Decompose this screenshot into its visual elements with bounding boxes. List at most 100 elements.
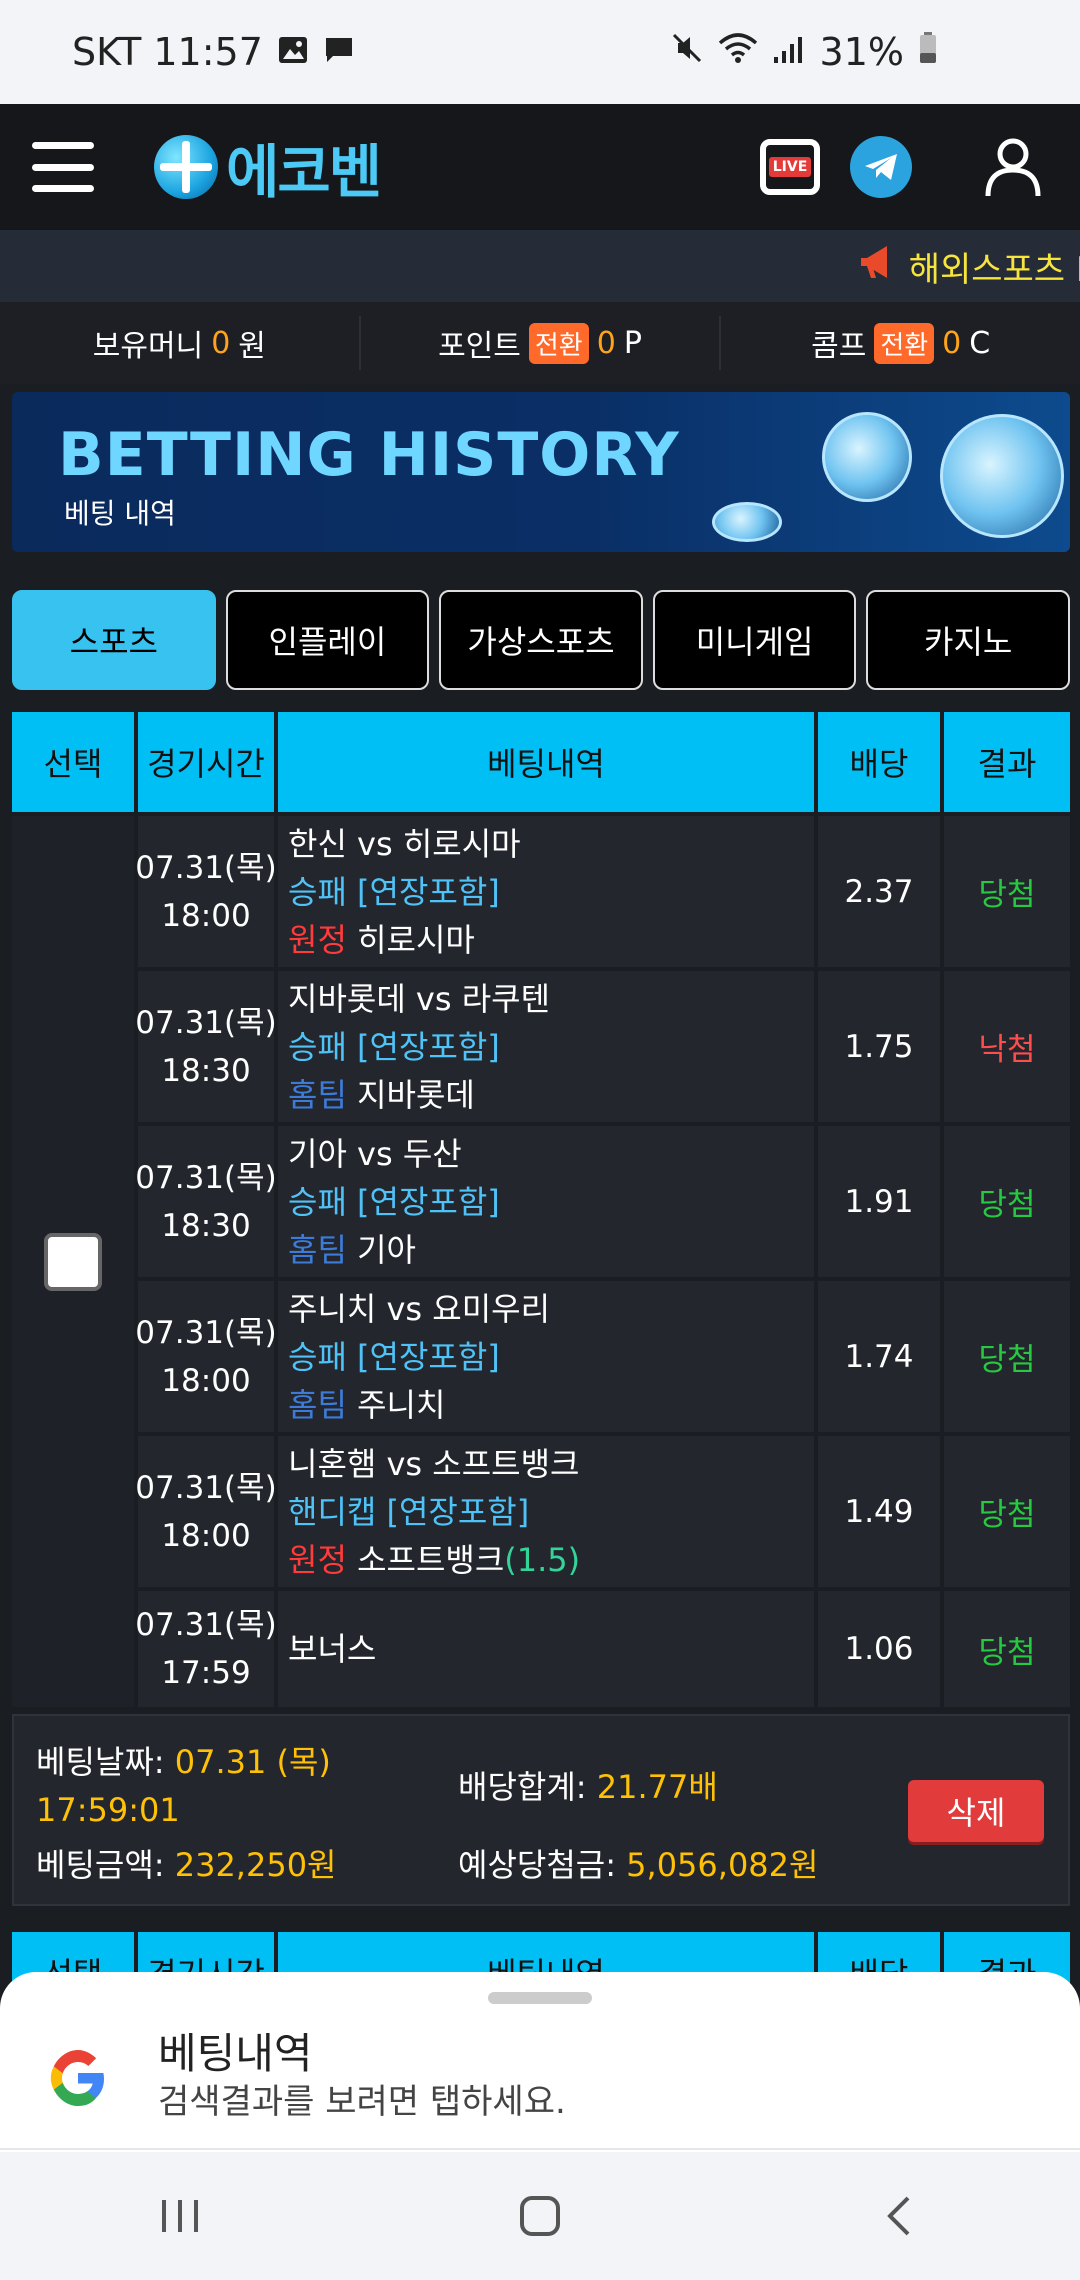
comp-cell: 콤프 전환 0 C [721, 316, 1080, 370]
table-header: 선택 경기시간 베팅내역 배당 결과 [12, 712, 1070, 812]
money-value: 0 [211, 325, 231, 361]
match-name: 기아 vs 두산 [288, 1134, 462, 1173]
result-badge: 낙첨 [944, 971, 1070, 1122]
match-name: 지바롯데 vs 라쿠텐 [288, 979, 551, 1018]
match-time: 07.31(목) 17:59 [135, 1591, 278, 1707]
tab-casino[interactable]: 카지노 [866, 590, 1070, 690]
telegram-icon[interactable] [850, 136, 912, 198]
point-cell: 포인트 전환 0 P [361, 316, 722, 370]
bet-table: 선택 경기시간 베팅내역 배당 결과 07.31(목) 18:00 한신 vs 히… [12, 712, 1070, 1707]
tab-inplay[interactable]: 인플레이 [225, 590, 430, 690]
bet-detail: 니혼햄 vs 소프트뱅크 핸디캡 [연장포함] 원정 소프트뱅크(1.5) [278, 1436, 818, 1587]
gallery-icon [277, 30, 309, 74]
coin-icon [712, 502, 782, 542]
handicap-value: (1.5) [504, 1540, 581, 1579]
pick-team: 히로시마 [357, 920, 475, 959]
expected-payout: 예상당첨금: 5,056,082원 [458, 1846, 819, 1884]
menu-icon[interactable] [32, 142, 94, 192]
odds-value: 2.37 [818, 816, 944, 967]
point-unit: P [623, 325, 642, 361]
home-icon[interactable] [480, 2176, 600, 2256]
market-name: 승패 [연장포함] [288, 1337, 500, 1376]
point-label: 포인트 [438, 329, 521, 364]
logo[interactable]: 에코벤 [154, 125, 382, 209]
live-label: LIVE [768, 157, 812, 177]
market-name: 핸디캡 [연장포함] [288, 1492, 530, 1531]
pick-side: 원정 [288, 1540, 347, 1579]
bet-detail: 기아 vs 두산 승패 [연장포함] 홈팀 기아 [278, 1126, 818, 1277]
ticker-text: 해외스포츠 BT [908, 249, 1080, 290]
coin-icon [940, 414, 1064, 538]
market-name: 승패 [연장포함] [288, 872, 500, 911]
odds-value: 1.06 [818, 1591, 944, 1707]
google-search-sheet[interactable]: 베팅내역 검색결과를 보려면 탭하세요. [0, 1972, 1080, 2152]
comp-unit: C [969, 325, 991, 361]
pick-side: 홈팀 [288, 1230, 347, 1269]
tab-minigame[interactable]: 미니게임 [652, 590, 857, 690]
result-badge: 당첨 [944, 1281, 1070, 1432]
recent-apps-icon[interactable] [120, 2176, 240, 2256]
bet-amount: 베팅금액: 232,250원 [36, 1846, 337, 1884]
table-row: 07.31(목) 17:59 보너스 1.06 당첨 [135, 1591, 1070, 1707]
money-unit: 원 [238, 329, 266, 364]
banner-title: BETTING HISTORY [58, 420, 680, 490]
back-icon[interactable] [840, 2176, 960, 2256]
tab-virtual-sports[interactable]: 가상스포츠 [439, 590, 643, 690]
bet-detail: 한신 vs 히로시마 승패 [연장포함] 원정 히로시마 [278, 816, 818, 967]
battery-icon [918, 30, 938, 74]
odds-value: 1.74 [818, 1281, 944, 1432]
bet-summary: 베팅날짜: 07.31 (목) 17:59:01 베팅금액: 232,250원 … [12, 1714, 1070, 1906]
result-badge: 당첨 [944, 816, 1070, 967]
match-time: 07.31(목) 18:00 [135, 1281, 278, 1432]
category-tabs: 스포츠 인플레이 가상스포츠 미니게임 카지노 [12, 590, 1070, 690]
logo-text: 에코벤 [226, 138, 382, 206]
live-tv-icon[interactable]: LIVE [760, 139, 820, 195]
market-name: 승패 [연장포함] [288, 1182, 500, 1221]
point-switch-button[interactable]: 전환 [528, 322, 589, 364]
status-time: SKT 11:57 [72, 30, 263, 74]
match-time: 07.31(목) 18:00 [135, 1436, 278, 1587]
tab-sports[interactable]: 스포츠 [12, 590, 216, 690]
sheet-handle[interactable] [488, 1992, 592, 2004]
mute-icon [670, 30, 704, 74]
match-time: 07.31(목) 18:30 [135, 971, 278, 1122]
match-name: 니혼햄 vs 소프트뱅크 [288, 1444, 580, 1483]
pick-team: 소프트뱅크 [357, 1540, 505, 1579]
result-badge: 당첨 [944, 1436, 1070, 1587]
divider [0, 2148, 1080, 2150]
chat-icon [323, 30, 355, 74]
coin-icon [822, 412, 912, 502]
header-select: 선택 [12, 712, 138, 812]
match-name: 보너스 [288, 1630, 377, 1668]
page-banner: BETTING HISTORY 베팅 내역 [12, 392, 1070, 552]
match-time: 07.31(목) 18:00 [135, 816, 278, 967]
pick-team: 주니치 [357, 1385, 446, 1424]
status-bar: SKT 11:57 31% [0, 0, 1080, 104]
comp-switch-button[interactable]: 전환 [874, 322, 935, 364]
money-label: 보유머니 [92, 329, 204, 364]
table-row: 07.31(목) 18:00 니혼햄 vs 소프트뱅크 핸디캡 [연장포함] 원정… [135, 1436, 1070, 1591]
app-header: 에코벤 LIVE [0, 104, 1080, 230]
select-checkbox[interactable] [44, 1232, 102, 1291]
table-row: 07.31(목) 18:30 지바롯데 vs 라쿠텐 승패 [연장포함] 홈팀 지… [135, 971, 1070, 1126]
pick-team: 기아 [357, 1230, 416, 1269]
header-detail: 베팅내역 [278, 712, 818, 812]
pick-side: 홈팀 [288, 1385, 347, 1424]
market-name: 승패 [연장포함] [288, 1027, 500, 1066]
user-icon[interactable] [982, 136, 1044, 198]
delete-button[interactable]: 삭제 [908, 1780, 1044, 1842]
table-row: 07.31(목) 18:00 한신 vs 히로시마 승패 [연장포함] 원정 히로… [135, 816, 1070, 971]
odds-value: 1.75 [818, 971, 944, 1122]
result-badge: 당첨 [944, 1126, 1070, 1277]
comp-value: 0 [942, 325, 962, 361]
header-result: 결과 [944, 712, 1070, 812]
header-time: 경기시간 [138, 712, 278, 812]
pick-team: 지바롯데 [357, 1075, 475, 1114]
match-name: 주니치 vs 요미우리 [288, 1289, 551, 1328]
pick-side: 원정 [288, 920, 347, 959]
bet-detail: 보너스 [278, 1591, 818, 1707]
system-nav-bar [0, 2152, 1080, 2280]
point-value: 0 [596, 325, 616, 361]
table-row: 07.31(목) 18:00 주니치 vs 요미우리 승패 [연장포함] 홈팀 주… [135, 1281, 1070, 1436]
signal-icon [772, 30, 806, 74]
